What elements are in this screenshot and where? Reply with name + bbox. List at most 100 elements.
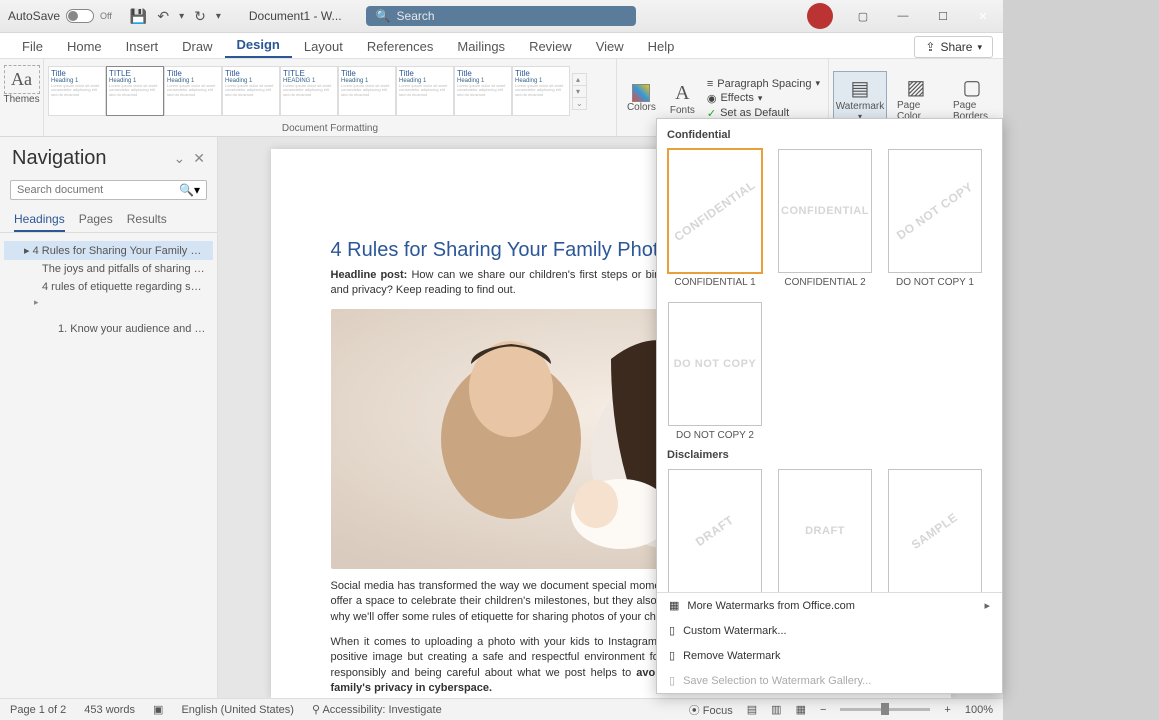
navpane-close-icon[interactable]: ✕ — [193, 150, 205, 167]
wm-remove[interactable]: ▯ Remove Watermark — [657, 643, 1002, 668]
watermark-option[interactable]: CONFIDENTIALCONFIDENTIAL 1 — [667, 149, 763, 288]
tab-insert[interactable]: Insert — [114, 35, 171, 58]
style-card[interactable]: TitleHeading 1Lorem ipsum dolor sit amet… — [48, 66, 106, 116]
wm-custom[interactable]: ▯ Custom Watermark... — [657, 618, 1002, 643]
gallery-down-icon[interactable]: ▾ — [573, 86, 586, 98]
navpane-dropdown-icon[interactable]: ⌄ — [174, 150, 186, 167]
watermark-option[interactable]: DRAFTDRAFT 2 — [777, 469, 873, 592]
qat-dropdown-icon[interactable]: ▾ — [216, 11, 221, 22]
tab-home[interactable]: Home — [55, 35, 114, 58]
zoom-out-icon[interactable]: − — [820, 704, 826, 716]
search-box[interactable]: 🔍 — [366, 6, 636, 26]
navtab-results[interactable]: Results — [127, 208, 167, 232]
search-input[interactable] — [397, 9, 626, 23]
tab-references[interactable]: References — [355, 35, 445, 58]
themes-icon: Aa — [4, 65, 40, 94]
watermark-option[interactable]: DRAFTDRAFT 1 — [667, 469, 763, 592]
tab-draw[interactable]: Draw — [170, 35, 224, 58]
view-web-icon[interactable]: ▦ — [796, 703, 806, 716]
status-words[interactable]: 453 words — [84, 704, 135, 716]
watermark-option[interactable]: DO NOT COPYDO NOT COPY 1 — [887, 149, 983, 288]
save-icon[interactable]: 💾 — [130, 8, 147, 25]
tab-review[interactable]: Review — [517, 35, 584, 58]
status-focus[interactable]: ⦿ Focus — [689, 702, 733, 718]
navtab-pages[interactable]: Pages — [79, 208, 113, 232]
paragraph-spacing-button[interactable]: ≡Paragraph Spacing ▾ — [707, 78, 820, 90]
nav-heading-item[interactable]: 1. Know your audience and se... — [4, 320, 213, 338]
themes-button[interactable]: Aa Themes — [4, 61, 40, 105]
tab-mailings[interactable]: Mailings — [445, 35, 517, 58]
page-color-icon: ▨ — [907, 75, 926, 100]
style-card[interactable]: TitleHeading 1Lorem ipsum dolor sit amet… — [338, 66, 396, 116]
view-print-icon[interactable]: ▥ — [771, 703, 781, 716]
nav-heading-item[interactable]: 4 rules of etiquette regarding sha... — [4, 278, 213, 296]
autosave-label: AutoSave — [8, 9, 60, 23]
spellcheck-icon[interactable]: ▣ — [153, 703, 163, 716]
grid-icon: ▦ — [669, 599, 679, 612]
colors-button[interactable]: Colors — [621, 80, 662, 117]
wm-more-label: More Watermarks from Office.com — [687, 600, 854, 612]
style-card[interactable]: TitleHeading 1Lorem ipsum dolor sit amet… — [396, 66, 454, 116]
minimize-button[interactable]: — — [883, 0, 923, 33]
view-readmode-icon[interactable]: ▤ — [747, 703, 757, 716]
nav-search-input[interactable] — [17, 184, 179, 196]
wm-save-selection: ▯ Save Selection to Watermark Gallery... — [657, 668, 1002, 693]
tab-help[interactable]: Help — [636, 35, 687, 58]
style-gallery[interactable]: TitleHeading 1Lorem ipsum dolor sit amet… — [48, 66, 570, 118]
focus-icon: ⦿ — [689, 705, 700, 717]
document-title: Document1 - W... — [231, 9, 360, 23]
undo-icon[interactable]: ↶ — [157, 8, 169, 25]
status-lang[interactable]: English (United States) — [181, 704, 294, 716]
ribbon-display-button[interactable]: ▢ — [843, 0, 883, 33]
tab-file[interactable]: File — [10, 35, 55, 58]
style-card[interactable]: TitleHeading 1Lorem ipsum dolor sit amet… — [222, 66, 280, 116]
tab-design[interactable]: Design — [225, 33, 292, 58]
user-badge[interactable] — [807, 3, 833, 29]
redo-icon[interactable]: ↻ — [194, 8, 206, 25]
autosave-state: Off — [100, 11, 112, 21]
chevron-right-icon: ▸ — [984, 599, 990, 612]
style-card[interactable]: TitleHeading 1Lorem ipsum dolor sit amet… — [512, 66, 570, 116]
nav-heading-item[interactable]: ▸ 4 Rules for Sharing Your Family Phot..… — [4, 241, 213, 260]
wm-section-disclaimers: Disclaimers — [665, 443, 994, 467]
status-page[interactable]: Page 1 of 2 — [10, 704, 66, 716]
tab-view[interactable]: View — [584, 35, 636, 58]
style-card[interactable]: TITLEHEADING 1Lorem ipsum dolor sit amet… — [280, 66, 338, 116]
watermark-option[interactable]: DO NOT COPYDO NOT COPY 2 — [667, 302, 763, 441]
nav-search-box[interactable]: 🔍▾ — [10, 180, 207, 200]
headline-label: Headline post: — [331, 269, 412, 281]
title-bar: AutoSave Off 💾 ↶ ▾ ↻ ▾ Document1 - W... … — [0, 0, 1003, 33]
accessibility-label: Accessibility: Investigate — [322, 704, 441, 716]
close-button[interactable]: ✕ — [963, 0, 1003, 33]
zoom-slider[interactable] — [840, 708, 930, 711]
watermark-caption: DO NOT COPY 2 — [676, 426, 754, 441]
maximize-button[interactable]: ☐ — [923, 0, 963, 33]
search-icon: 🔍 — [376, 9, 391, 23]
share-button[interactable]: ⇪ Share ▾ — [914, 36, 993, 58]
autosave-toggle[interactable] — [66, 9, 94, 23]
search-icon[interactable]: 🔍▾ — [179, 183, 200, 197]
watermark-label: Watermark — [836, 101, 885, 112]
wm-more-office[interactable]: ▦ More Watermarks from Office.com ▸ — [657, 593, 1002, 618]
watermark-option[interactable]: SAMPLESAMPLE 1 — [887, 469, 983, 592]
page-borders-icon: ▢ — [963, 75, 982, 100]
watermark-caption: CONFIDENTIAL 2 — [784, 273, 865, 288]
colors-icon — [632, 84, 650, 102]
gallery-up-icon[interactable]: ▴ — [573, 74, 586, 86]
fonts-button[interactable]: A Fonts — [664, 78, 701, 120]
zoom-in-icon[interactable]: + — [944, 704, 950, 716]
watermark-caption: CONFIDENTIAL 1 — [674, 273, 755, 288]
nav-heading-item[interactable]: The joys and pitfalls of sharing yo... — [4, 260, 213, 278]
navtab-headings[interactable]: Headings — [14, 208, 65, 232]
tab-layout[interactable]: Layout — [292, 35, 355, 58]
watermark-option[interactable]: CONFIDENTIALCONFIDENTIAL 2 — [777, 149, 873, 288]
style-card[interactable]: TitleHeading 1Lorem ipsum dolor sit amet… — [164, 66, 222, 116]
gallery-more-icon[interactable]: ⌄ — [573, 98, 586, 109]
undo-dropdown-icon[interactable]: ▾ — [179, 11, 184, 22]
zoom-level[interactable]: 100% — [965, 704, 993, 716]
status-accessibility[interactable]: ⚲ Accessibility: Investigate — [312, 703, 442, 716]
watermark-icon: ▤ — [851, 76, 870, 101]
style-card[interactable]: TitleHeading 1Lorem ipsum dolor sit amet… — [454, 66, 512, 116]
style-card[interactable]: TITLEHeading 1Lorem ipsum dolor sit amet… — [106, 66, 164, 116]
effects-button[interactable]: ◉Effects ▾ — [707, 92, 820, 105]
